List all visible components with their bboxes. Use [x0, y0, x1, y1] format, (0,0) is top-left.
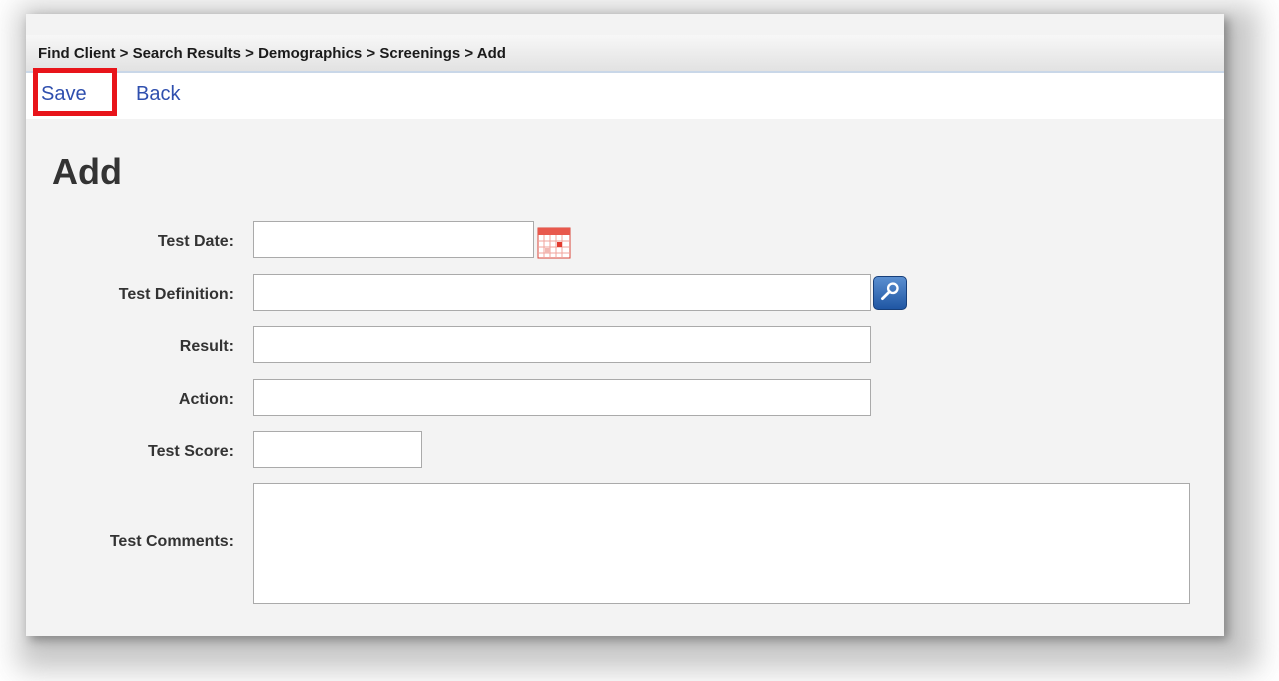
- test-score-input[interactable]: [253, 431, 422, 468]
- action-input[interactable]: [253, 379, 871, 416]
- test-definition-label: Test Definition:: [118, 286, 234, 303]
- test-date-label: Test Date:: [157, 233, 234, 250]
- save-button[interactable]: Save: [41, 83, 87, 106]
- toolbar: Save Back: [26, 73, 1224, 119]
- test-date-input[interactable]: [253, 221, 534, 258]
- magnifier-lookup-icon[interactable]: [873, 276, 907, 310]
- breadcrumb: Find Client > Search Results > Demograph…: [38, 45, 506, 62]
- back-button[interactable]: Back: [136, 83, 180, 106]
- app-window: Find Client > Search Results > Demograph…: [26, 14, 1224, 636]
- page-title: Add: [52, 151, 122, 192]
- breadcrumb-bar: Find Client > Search Results > Demograph…: [26, 35, 1224, 73]
- test-comments-textarea[interactable]: [253, 483, 1190, 604]
- calendar-icon[interactable]: [537, 225, 571, 259]
- result-input[interactable]: [253, 326, 871, 363]
- result-label: Result:: [179, 338, 234, 355]
- test-comments-label: Test Comments:: [109, 533, 234, 550]
- action-label: Action:: [178, 391, 234, 408]
- test-definition-input[interactable]: [253, 274, 871, 311]
- test-score-label: Test Score:: [148, 443, 234, 460]
